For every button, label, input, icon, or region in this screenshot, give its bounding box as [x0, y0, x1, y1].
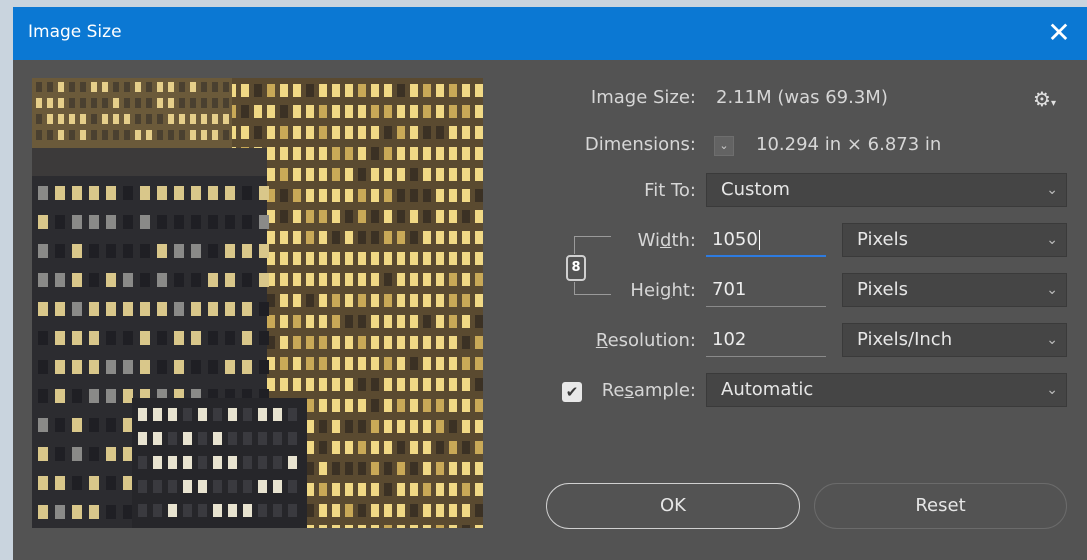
- constrain-proportions-link-icon[interactable]: 8: [566, 255, 586, 281]
- resolution-label: Resolution:: [595, 330, 696, 351]
- chevron-down-icon: ⌄: [1046, 182, 1058, 198]
- link-line-bottom-vertical: [574, 282, 575, 294]
- resample-label: Resample:: [601, 380, 696, 401]
- image-size-label: Image Size:: [590, 87, 696, 108]
- height-value: 701: [712, 279, 747, 300]
- resample-checkbox[interactable]: ✔: [562, 382, 582, 402]
- reset-button[interactable]: Reset: [814, 483, 1067, 529]
- height-label: Height:: [630, 280, 696, 301]
- dimensions-value: 10.294 in × 6.873 in: [756, 134, 942, 155]
- width-unit-value: Pixels: [857, 229, 909, 250]
- width-label: Width:: [637, 230, 696, 251]
- gear-icon[interactable]: ⚙▾: [1033, 87, 1056, 111]
- fit-to-select[interactable]: Custom ⌄: [706, 173, 1067, 207]
- image-size-value: 2.11M (was 69.3M): [716, 87, 888, 108]
- resample-method-value: Automatic: [721, 379, 814, 400]
- width-unit-select[interactable]: Pixels ⌄: [842, 223, 1067, 257]
- fit-to-value: Custom: [721, 179, 790, 200]
- preview-image: [32, 78, 483, 528]
- width-input[interactable]: 1050: [706, 225, 826, 257]
- dimensions-label: Dimensions:: [584, 134, 696, 155]
- resolution-unit-select[interactable]: Pixels/Inch ⌄: [842, 323, 1067, 357]
- height-unit-value: Pixels: [857, 279, 909, 300]
- resample-method-select[interactable]: Automatic ⌄: [706, 373, 1067, 407]
- height-unit-select[interactable]: Pixels ⌄: [842, 273, 1067, 307]
- image-size-dialog: Image Size ✕ Image Size: 2.11M (was 69.3…: [13, 7, 1087, 560]
- ok-button[interactable]: OK: [546, 483, 800, 529]
- resolution-input[interactable]: 102: [706, 325, 826, 357]
- height-input[interactable]: 701: [706, 275, 826, 307]
- link-line-top: [574, 236, 611, 237]
- chevron-down-icon: ⌄: [1046, 282, 1058, 298]
- width-value: 1050: [712, 229, 758, 250]
- link-line-top-vertical: [574, 236, 575, 254]
- close-icon[interactable]: ✕: [1037, 11, 1081, 55]
- fit-to-label: Fit To:: [644, 180, 696, 201]
- chevron-down-icon: ⌄: [1046, 382, 1058, 398]
- dimensions-unit-toggle[interactable]: ⌄: [714, 136, 734, 156]
- dialog-title: Image Size: [28, 22, 122, 42]
- resolution-unit-value: Pixels/Inch: [857, 329, 953, 350]
- title-bar[interactable]: Image Size ✕: [13, 7, 1087, 60]
- image-preview[interactable]: [32, 78, 483, 528]
- chevron-down-icon: ⌄: [1046, 232, 1058, 248]
- resolution-value: 102: [712, 329, 747, 350]
- chevron-down-icon: ⌄: [1046, 332, 1058, 348]
